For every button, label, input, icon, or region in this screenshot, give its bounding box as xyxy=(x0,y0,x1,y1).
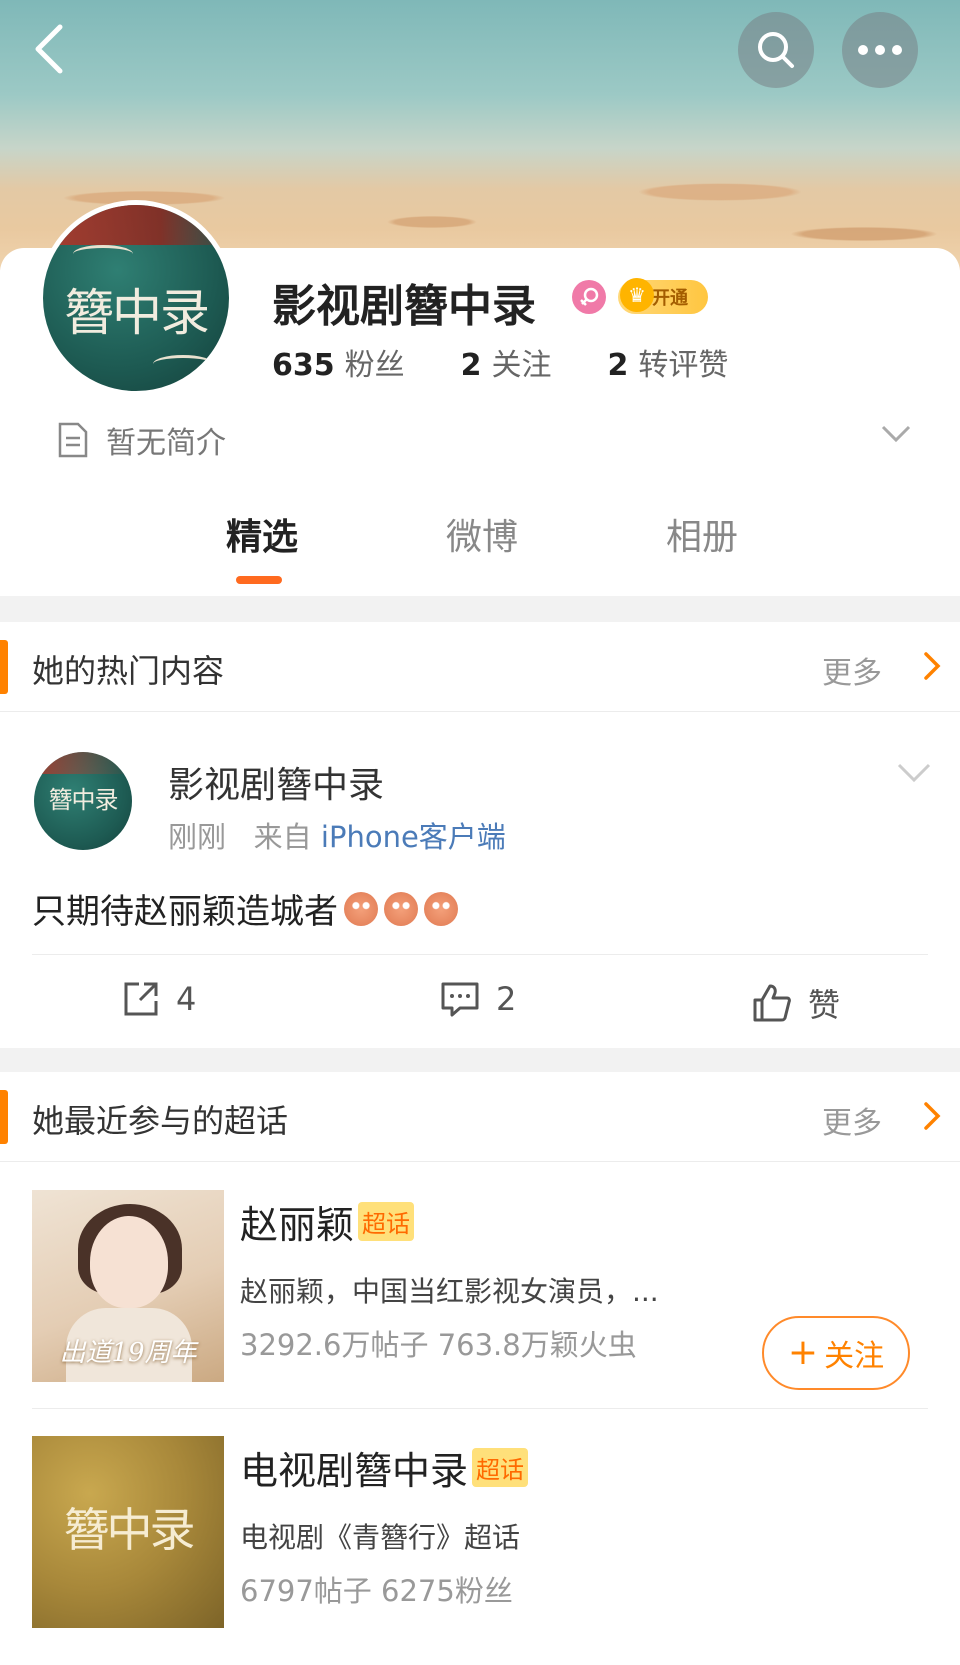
tab-album[interactable]: 相册 xyxy=(666,508,738,560)
section-accent-bar xyxy=(0,1090,8,1144)
repost-count: 4 xyxy=(176,980,197,1018)
emoji-icon xyxy=(424,891,458,926)
topic-desc: 赵丽颖，中国当红影视女演员，... xyxy=(240,1275,659,1308)
plus-icon: + xyxy=(787,1332,819,1373)
topic-desc: 电视剧《青簪行》超话 xyxy=(240,1521,521,1554)
crane-decoration xyxy=(73,245,133,263)
chevron-down-icon[interactable] xyxy=(880,424,912,444)
post-source[interactable]: iPhone客户端 xyxy=(321,820,506,854)
avatar-decoration xyxy=(43,205,229,245)
post-avatar[interactable]: 簪中录 xyxy=(34,752,132,850)
avatar[interactable]: 簪中录 xyxy=(38,200,234,396)
stat-fans[interactable]: 635 粉丝 xyxy=(272,340,405,384)
stat-likes[interactable]: 2 转评赞 xyxy=(608,340,729,384)
share-icon xyxy=(124,982,158,1016)
thumbs-up-icon xyxy=(753,984,791,1022)
stat-following[interactable]: 2 关注 xyxy=(461,340,552,384)
post-meta: 刚刚 来自 iPhone客户端 xyxy=(168,814,506,856)
chevron-right-icon[interactable] xyxy=(922,650,942,682)
back-button[interactable] xyxy=(20,14,80,84)
topic-thumbnail: 簪中录 xyxy=(32,1436,224,1628)
post-time: 刚刚 xyxy=(168,820,227,854)
more-button[interactable] xyxy=(842,12,918,88)
profile-name: 影视剧簪中录 xyxy=(272,281,536,332)
search-button[interactable] xyxy=(738,12,814,88)
topic-stats: 6797帖子 6275粉丝 xyxy=(240,1574,513,1608)
tab-weibo[interactable]: 微博 xyxy=(446,508,518,560)
section-accent-bar xyxy=(0,640,8,694)
super-topic-tag: 超话 xyxy=(358,1202,415,1241)
more-link[interactable]: 更多 xyxy=(822,1098,882,1142)
topic-name-row: 赵丽颖 超话 xyxy=(240,1194,415,1249)
post-actions: 4 2 赞 xyxy=(0,970,960,1040)
stat-number: 635 xyxy=(272,348,335,383)
search-icon xyxy=(758,32,794,68)
chevron-down-icon[interactable] xyxy=(896,762,932,784)
topic-name: 电视剧簪中录 xyxy=(240,1449,469,1493)
intro-text: 暂无简介 xyxy=(106,426,226,461)
section-title: 她最近参与的超话 xyxy=(32,1102,289,1140)
female-verified-icon xyxy=(572,280,606,314)
follow-label: 关注 xyxy=(824,1339,885,1374)
post-from-label: 来自 xyxy=(253,820,312,854)
profile-tabs: 精选 微博 相册 xyxy=(0,508,960,588)
avatar-text: 簪中录 xyxy=(48,786,119,814)
crane-decoration xyxy=(153,355,213,373)
thumbnail-caption: 出道19周年 xyxy=(59,1338,197,1368)
emoji-icon xyxy=(384,891,418,926)
post-author[interactable]: 影视剧簪中录 xyxy=(168,756,384,808)
topic-thumbnail: 出道19周年 xyxy=(32,1190,224,1382)
post-body: 只期待赵丽颖造城者 xyxy=(32,892,338,932)
avatar-text: 簪中录 xyxy=(64,284,210,342)
more-icon xyxy=(858,45,902,55)
vip-label: 开通 xyxy=(652,288,688,309)
super-topic-tag: 超话 xyxy=(472,1448,529,1487)
stat-label: 转评赞 xyxy=(638,348,729,383)
topic-stats: 3292.6万帖子 763.8万颖火虫 xyxy=(240,1328,637,1362)
stat-number: 2 xyxy=(607,348,629,383)
like-label: 赞 xyxy=(808,986,841,1024)
super-topics-card: 她最近参与的超话 更多 出道19周年 赵丽颖 超话 赵丽颖，中国当红影视女演员，… xyxy=(0,1072,960,1665)
vip-open-badge[interactable]: ♛ 开通 xyxy=(618,278,708,314)
profile-intro[interactable]: 暂无简介 xyxy=(56,418,226,462)
document-icon xyxy=(58,422,88,458)
stat-label: 关注 xyxy=(491,348,552,383)
follow-button[interactable]: + 关注 xyxy=(762,1316,910,1390)
comment-button[interactable]: 2 xyxy=(440,980,516,1018)
comment-count: 2 xyxy=(496,980,517,1018)
stat-label: 粉丝 xyxy=(344,348,405,383)
topic-name: 赵丽颖 xyxy=(240,1203,355,1247)
thumbnail-face xyxy=(90,1216,168,1308)
profile-stats: 635 粉丝 2 关注 2 转评赞 xyxy=(272,340,784,384)
section-title: 她的热门内容 xyxy=(32,652,225,690)
section-header: 她的热门内容 更多 xyxy=(0,622,960,712)
thumbnail-caption: 簪中录 xyxy=(63,1503,196,1557)
more-link[interactable]: 更多 xyxy=(822,648,882,692)
chevron-right-icon[interactable] xyxy=(922,1100,942,1132)
emoji-icon xyxy=(344,891,378,926)
topic-name-row: 电视剧簪中录 超话 xyxy=(240,1440,529,1495)
tab-featured[interactable]: 精选 xyxy=(226,508,298,560)
divider xyxy=(32,1408,928,1409)
post-text: 只期待赵丽颖造城者 xyxy=(32,884,458,933)
hot-content-card: 她的热门内容 更多 簪中录 影视剧簪中录 刚刚 来自 iPhone客户端 只期待… xyxy=(0,622,960,1048)
crown-icon: ♛ xyxy=(620,278,654,312)
divider xyxy=(32,954,928,955)
repost-button[interactable]: 4 xyxy=(122,980,196,1018)
stat-number: 2 xyxy=(460,348,482,383)
like-button[interactable]: 赞 xyxy=(752,980,840,1026)
section-header: 她最近参与的超话 更多 xyxy=(0,1072,960,1162)
comment-icon xyxy=(441,982,479,1017)
topic-item[interactable]: 簪中录 电视剧簪中录 超话 电视剧《青簪行》超话 6797帖子 6275粉丝 xyxy=(32,1436,928,1636)
topic-item[interactable]: 出道19周年 赵丽颖 超话 赵丽颖，中国当红影视女演员，... 3292.6万帖… xyxy=(32,1190,928,1390)
tab-indicator xyxy=(236,576,282,584)
avatar-decoration xyxy=(34,752,132,774)
chevron-left-icon xyxy=(35,24,63,74)
